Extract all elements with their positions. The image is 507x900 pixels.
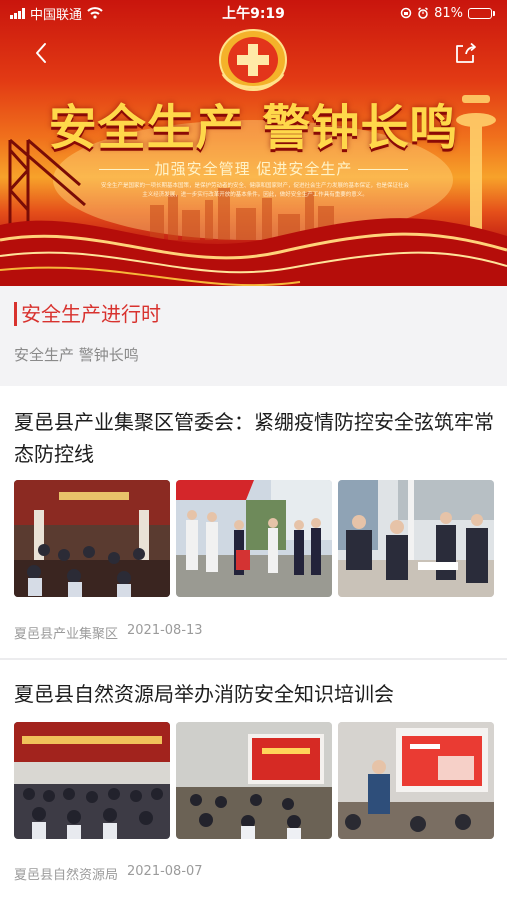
section-title: 安全生产进行时: [14, 302, 161, 326]
banner: 中国联通 上午9:19 81% 安全生产 警钟长鸣 加强安全管理 促进安全生产 …: [0, 0, 507, 286]
presenter-photo: [338, 722, 494, 839]
article-card[interactable]: 夏邑县产业集聚区管委会：紧绷疫情防控安全弦筑牢常态防控线 夏邑县产业集聚区 20…: [0, 386, 507, 658]
article-title[interactable]: 夏邑县产业集聚区管委会：紧绷疫情防控安全弦筑牢常态防控线: [14, 406, 494, 470]
registration-desk-photo: [338, 480, 494, 597]
article-meta: 夏邑县产业集聚区 2021-08-13: [14, 623, 203, 642]
banner-slogan: 加强安全管理 促进安全生产: [0, 158, 507, 179]
back-button[interactable]: [28, 38, 54, 68]
article-thumbnail-meeting-room[interactable]: [14, 480, 170, 597]
article-thumbnail-checkpoint[interactable]: [176, 480, 332, 597]
article-card[interactable]: 夏邑县自然资源局举办消防安全知识培训会 夏邑县自然资源局 2021-08-07: [0, 660, 507, 900]
article-thumbnails: [14, 722, 494, 839]
article-date: 2021-08-13: [127, 623, 203, 638]
outdoor-checkpoint-photo: [176, 480, 332, 597]
article-thumbnail-registration[interactable]: [338, 480, 494, 597]
article-thumbnail-projection[interactable]: [176, 722, 332, 839]
wifi-icon: [87, 7, 103, 19]
article-thumbnail-training-hall[interactable]: [14, 722, 170, 839]
safety-emblem-icon: [219, 29, 287, 91]
article-source: 夏邑县自然资源局: [14, 868, 119, 883]
battery-percent: 81%: [434, 5, 463, 21]
banner-slogan-text: 加强安全管理 促进安全生产: [154, 160, 353, 178]
article-title[interactable]: 夏邑县自然资源局举办消防安全知识培训会: [14, 678, 494, 710]
banner-title: 安全生产 警钟长鸣: [48, 100, 459, 156]
article-thumbnail-presenter[interactable]: [338, 722, 494, 839]
chevron-left-icon: [36, 43, 46, 63]
signal-icon: [10, 7, 25, 19]
carrier-label: 中国联通: [30, 7, 83, 23]
training-hall-photo: [14, 722, 170, 839]
alarm-icon: [418, 7, 429, 19]
battery-icon: [468, 7, 495, 19]
article-date: 2021-08-07: [127, 864, 203, 879]
article-source: 夏邑县产业集聚区: [14, 627, 119, 642]
share-button[interactable]: [453, 40, 479, 66]
section-subtitle: 安全生产 警钟长鸣: [14, 346, 139, 364]
status-bar: 中国联通 上午9:19 81%: [0, 0, 507, 26]
article-thumbnails: [14, 480, 494, 597]
share-icon: [456, 42, 476, 63]
projection-lecture-photo: [176, 722, 332, 839]
section-header: 安全生产进行时 安全生产 警钟长鸣: [0, 286, 507, 386]
orientation-lock-icon: [400, 7, 412, 19]
article-meta: 夏邑县自然资源局 2021-08-07: [14, 864, 203, 883]
meeting-room-photo: [14, 480, 170, 597]
banner-body-text: 安全生产是国家的一项长期基本国策，是保护劳动者的安全、健康和国家财产，促进社会生…: [100, 183, 409, 198]
